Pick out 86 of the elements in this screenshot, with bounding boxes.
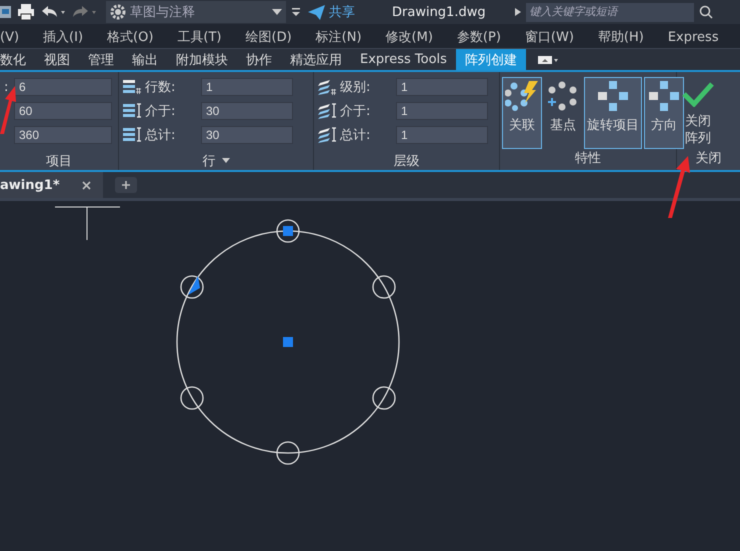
value-field[interactable]: 1 [396,126,488,144]
panel-title: 行 [202,152,216,170]
field-label: 总计: [145,127,176,144]
ribbon-tab[interactable]: 数化 [0,49,35,70]
panel-title: 项目 [46,152,72,170]
workspace-dropdown[interactable]: 草图与注释 [106,1,286,23]
checkmark-icon [682,81,714,107]
minimize-panel-icon [538,54,558,64]
document-tab[interactable]: awing1* [0,172,103,198]
array-item-circle [276,219,300,243]
paper-plane-icon [308,4,325,20]
grip-handle[interactable] [188,276,200,295]
menu-item[interactable]: 参数(P) [444,28,513,46]
panel-title: 特性 [575,150,601,167]
value-field[interactable]: 30 [201,102,293,120]
print-icon[interactable] [17,4,35,20]
crosshair-cursor-icon [54,206,120,240]
array-item-circle [180,386,204,410]
value-field[interactable]: 1 [396,78,488,96]
annotation-arrow [668,156,692,218]
menu-item[interactable]: 格式(O) [95,28,166,46]
menu-item[interactable]: 插入(I) [31,28,96,46]
levels-icon [318,103,336,119]
property-button[interactable]: 旋转项目 [584,77,642,149]
squares-icon [596,81,630,111]
menu-item[interactable]: 绘图(D) [234,28,304,46]
menu-item[interactable]: (V) [0,30,32,44]
expand-arrow-icon[interactable] [514,8,521,16]
levels-icon [318,127,336,143]
panel-title: 关闭 [696,150,722,167]
menu-item[interactable]: 帮助(H) [586,28,656,46]
squares-icon [647,81,681,111]
ribbon-tab[interactable]: 输出 [123,49,167,70]
rows-icon [123,79,141,95]
array-item-circle [372,275,396,299]
add-tab-icon[interactable] [114,177,137,193]
search-icon[interactable] [698,5,713,19]
caret-icon [272,9,282,15]
value-field[interactable]: 360 [14,126,112,144]
undo-icon[interactable] [40,5,66,19]
field-label: 总计: [340,127,372,144]
array-item-circle [276,441,300,465]
field-label: 行数: [145,79,176,96]
field-label: 介于: [340,103,372,120]
menu-item[interactable]: 标注(N) [304,28,374,46]
property-button[interactable]: 基点 [544,77,582,149]
value-field[interactable]: 1 [201,78,293,96]
array-item-circle [180,275,204,299]
field-label: 级别: [340,79,372,96]
ribbon-tab[interactable]: 管理 [79,49,123,70]
value-field[interactable]: 30 [201,126,293,144]
close-icon[interactable] [82,180,91,190]
field-label: 介于: [145,103,176,120]
grip-handle[interactable] [283,337,293,347]
window-title: Drawing1.dwg [392,4,486,20]
drawing-icon[interactable] [0,4,12,20]
redo-icon[interactable] [71,5,97,19]
customize-menu-icon[interactable] [291,7,301,17]
levels-icon [318,79,336,95]
search-field[interactable]: 键入关键字或短语 [526,2,694,22]
menu-item[interactable]: 工具(T) [165,28,234,46]
grip-handle[interactable] [283,226,293,236]
ribbon-tab[interactable]: 视图 [35,49,79,70]
dots-lightning-icon [505,81,539,111]
value-field[interactable]: 1 [396,102,488,120]
caret-icon[interactable] [222,158,230,163]
ribbon-tab[interactable]: 协作 [237,49,281,70]
ribbon-tab[interactable]: 精选应用 [281,49,351,70]
property-button[interactable]: 方向 [644,77,684,149]
rows-icon [123,103,141,119]
menu-item[interactable]: Express [656,30,731,44]
field-label: : [4,80,10,94]
property-button[interactable]: 关联 [502,77,542,149]
dots-plus-icon [547,81,579,111]
value-field[interactable]: 60 [14,102,112,120]
menu-item[interactable]: 窗口(W) [512,28,586,46]
ribbon-tab[interactable]: Express Tools [351,49,456,70]
array-item-circle [372,386,396,410]
value-field[interactable]: 6 [14,78,112,96]
ribbon-tab[interactable]: 附加模块 [167,49,237,70]
menu-item[interactable]: 修改(M) [374,28,445,46]
panel-title: 层级 [394,152,420,170]
tab-title: awing1* [0,178,60,192]
share-button[interactable]: 共享 [306,3,357,21]
rows-icon [123,127,141,143]
gear-icon [110,4,126,20]
